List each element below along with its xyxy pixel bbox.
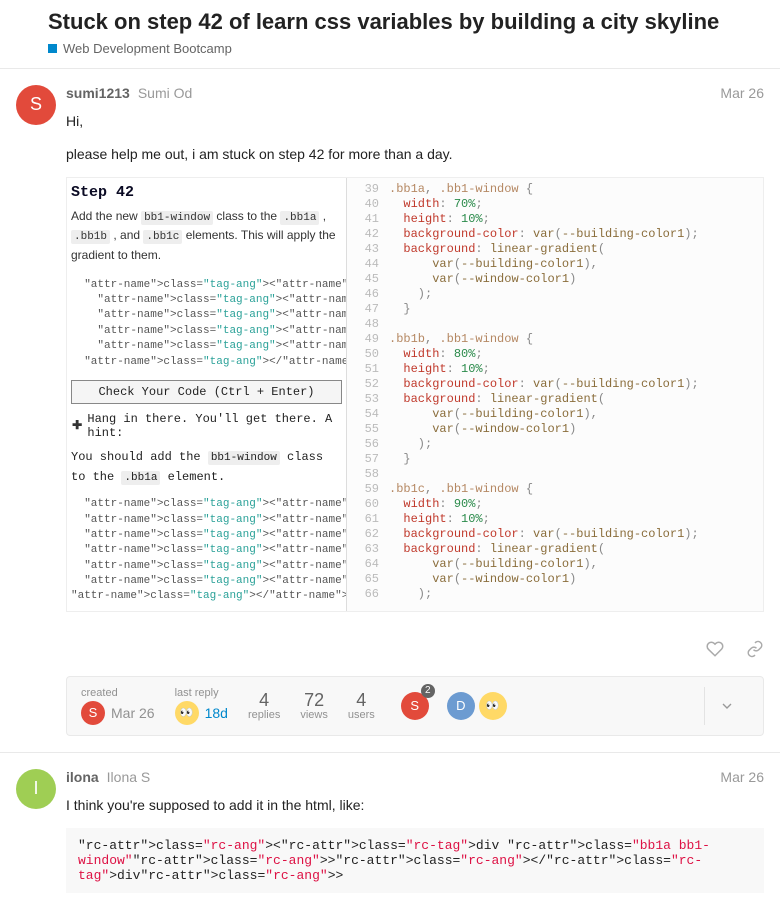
expand-button[interactable]	[704, 687, 749, 725]
inline-code: .bb1a	[280, 211, 319, 225]
like-icon[interactable]	[706, 640, 724, 658]
users-stat: 4 users	[348, 690, 375, 721]
step-instructions: Add the new bb1-window class to the .bb1…	[67, 207, 346, 272]
css-editor-pane: 39.bb1a, .bb1-window {40 width: 70%;41 h…	[347, 178, 763, 611]
username-link[interactable]: ilona	[66, 769, 99, 785]
check-code-button: Check Your Code (Ctrl + Enter)	[71, 380, 342, 404]
category-color-icon	[48, 44, 57, 53]
topic-title[interactable]: Stuck on step 42 of learn css variables …	[48, 8, 764, 37]
last-reply-stat[interactable]: last reply 👀 18d	[175, 687, 228, 725]
topic-stats: created S Mar 26 last reply 👀 18d 4 repl…	[66, 676, 764, 736]
category-badge[interactable]: Web Development Bootcamp	[48, 41, 232, 56]
inline-code: bb1-window	[141, 211, 213, 225]
chevron-down-icon	[719, 698, 735, 714]
html-code-block: "attr-name">class="tag-ang"><"attr-name"…	[67, 272, 346, 376]
html-code-block: "attr-name">class="tag-ang"><"attr-name"…	[67, 491, 346, 611]
avatar[interactable]: I	[16, 769, 56, 809]
post-2: I ilona Ilona S Mar 26 I think you're su…	[0, 753, 780, 906]
avatar[interactable]: D	[447, 692, 475, 720]
step-title: Step 42	[67, 178, 346, 207]
post-text-line: Hi,	[66, 111, 764, 132]
avatar[interactable]: S	[81, 701, 105, 725]
avatar[interactable]: S	[16, 85, 56, 125]
views-stat: 72 views	[300, 690, 328, 721]
inline-code: .bb1c	[143, 230, 182, 244]
challenge-panel: Step 42 Add the new bb1-window class to …	[67, 178, 347, 611]
inline-code: .bb1b	[71, 230, 110, 244]
user-fullname: Sumi Od	[138, 85, 192, 101]
code-block: "rc-attr">class="rc-ang"><"rc-attr">clas…	[66, 828, 764, 893]
post-actions	[66, 628, 764, 676]
username-link[interactable]: sumi1213	[66, 85, 130, 101]
created-stat: created S Mar 26	[81, 687, 155, 725]
user-fullname: Ilona S	[107, 769, 151, 785]
post-date[interactable]: Mar 26	[720, 769, 764, 785]
hint-row: ✚ Hang in there. You'll get there. A hin…	[67, 408, 346, 444]
participant-avatars: S 2 D 👀	[401, 692, 507, 720]
post-text-line: I think you're supposed to add it in the…	[66, 795, 764, 816]
post-count-badge: 2	[421, 684, 435, 698]
embedded-screenshot[interactable]: Step 42 Add the new bb1-window class to …	[66, 177, 764, 612]
plus-icon: ✚	[71, 419, 83, 433]
topic-header: Stuck on step 42 of learn css variables …	[0, 0, 780, 69]
post-date[interactable]: Mar 26	[720, 85, 764, 101]
post-1: S sumi1213 Sumi Od Mar 26 Hi, please hel…	[0, 69, 780, 753]
replies-stat: 4 replies	[248, 690, 280, 721]
avatar[interactable]: 👀	[479, 692, 507, 720]
avatar: 👀	[175, 701, 199, 725]
link-icon[interactable]	[746, 640, 764, 658]
hint-text: You should add the bb1-window class to t…	[67, 444, 346, 491]
category-name: Web Development Bootcamp	[63, 41, 232, 56]
post-text-line: please help me out, i am stuck on step 4…	[66, 144, 764, 165]
